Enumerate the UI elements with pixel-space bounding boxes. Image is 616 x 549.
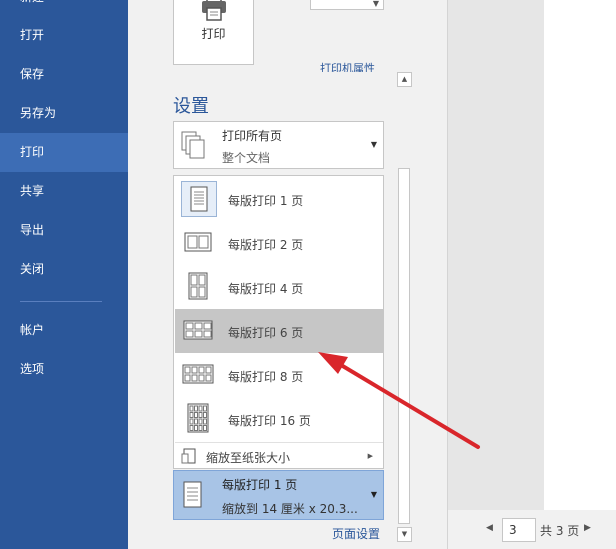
settings-heading: 设置 <box>173 96 209 117</box>
scroll-down-icon[interactable]: ▼ <box>397 527 412 542</box>
menu-item-label: 每版打印 8 页 <box>228 370 304 384</box>
menu-item-4-pages[interactable]: 每版打印 4 页 <box>175 265 383 309</box>
print-range-subtitle: 整个文档 <box>222 151 271 165</box>
next-page-icon[interactable]: ▶ <box>584 523 591 533</box>
pages-per-sheet-title: 每版打印 1 页 <box>222 478 298 492</box>
menu-item-16-pages[interactable]: 每版打印 16 页 <box>175 397 383 441</box>
print-range-dropdown[interactable]: 打印所有页 整个文档 ▼ <box>173 121 384 169</box>
page-setup-link[interactable]: 页面设置 <box>332 525 380 542</box>
nav-print[interactable]: 打印 <box>0 133 128 172</box>
4-pages-icon <box>181 269 217 305</box>
nav-close[interactable]: 关闭 <box>0 250 128 289</box>
16-pages-icon <box>181 401 217 437</box>
menu-item-label: 每版打印 4 页 <box>228 282 304 296</box>
1-page-icon <box>181 181 217 217</box>
nav-options[interactable]: 选项 <box>0 350 128 389</box>
chevron-down-icon[interactable]: ▼ <box>373 0 379 8</box>
menu-item-label: 每版打印 1 页 <box>228 194 304 208</box>
nav-account[interactable]: 帐户 <box>0 311 128 350</box>
menu-item-8-pages[interactable]: 每版打印 8 页 <box>175 353 383 397</box>
2-pages-icon <box>181 225 217 261</box>
menu-item-2-pages[interactable]: 每版打印 2 页 <box>175 221 383 265</box>
menu-divider <box>175 442 383 443</box>
nav-save-as[interactable]: 另存为 <box>0 94 128 133</box>
preview-pager: ◀ 3 共 3 页 ▶ <box>448 510 616 549</box>
scale-to-paper-label: 缩放至纸张大小 <box>206 451 291 465</box>
menu-item-6-pages[interactable]: 每版打印 6 页 <box>175 309 383 353</box>
nav-save[interactable]: 保存 <box>0 55 128 94</box>
total-pages-label: 共 3 页 <box>540 524 580 538</box>
backstage-sidebar: 新建 打开 保存 另存为 打印 共享 导出 关闭 帐户 选项 <box>0 0 128 549</box>
chevron-down-icon: ▼ <box>370 490 377 499</box>
print-range-title: 打印所有页 <box>222 129 283 143</box>
settings-scrollbar[interactable]: ▲ ▼ <box>397 72 412 542</box>
printer-properties-link[interactable]: 打印机属性 <box>320 62 375 72</box>
printer-icon <box>202 0 226 21</box>
6-pages-icon <box>181 313 217 349</box>
8-pages-icon <box>181 357 217 393</box>
scrollbar-thumb[interactable] <box>398 168 410 524</box>
pages-per-sheet-dropdown[interactable]: 每版打印 1 页 缩放到 14 厘米 x 20.3... ▼ <box>173 470 384 520</box>
pages-per-sheet-menu: 每版打印 1 页 每版打印 2 页 每版打印 4 页 每版打印 6 页 每版打印… <box>173 175 384 469</box>
scale-to-paper-icon <box>181 448 196 464</box>
nav-share[interactable]: 共享 <box>0 172 128 211</box>
menu-item-scale-to-paper[interactable]: 缩放至纸张大小 ▶ <box>175 444 383 468</box>
copies-spinner[interactable]: ▼ <box>310 0 384 10</box>
nav-export[interactable]: 导出 <box>0 211 128 250</box>
chevron-down-icon: ▼ <box>370 140 377 149</box>
scroll-up-icon[interactable]: ▲ <box>397 72 412 87</box>
menu-item-label: 每版打印 2 页 <box>228 238 304 252</box>
chevron-right-icon: ▶ <box>367 452 373 460</box>
menu-item-label: 每版打印 6 页 <box>228 326 304 340</box>
previous-page-icon[interactable]: ◀ <box>486 523 493 533</box>
nav-new[interactable]: 新建 <box>0 0 128 17</box>
1-page-icon <box>183 481 202 508</box>
current-page-input[interactable]: 3 <box>502 518 536 542</box>
nav-divider <box>20 301 102 302</box>
preview-page <box>544 0 616 510</box>
menu-item-1-page[interactable]: 每版打印 1 页 <box>175 177 383 221</box>
print-button-label: 打印 <box>201 27 226 41</box>
pages-per-sheet-subtitle: 缩放到 14 厘米 x 20.3... <box>222 502 358 516</box>
nav-open[interactable]: 打开 <box>0 16 128 55</box>
print-button[interactable]: 打印 <box>173 0 254 65</box>
menu-item-label: 每版打印 16 页 <box>228 414 311 428</box>
pages-stack-icon <box>181 131 205 159</box>
